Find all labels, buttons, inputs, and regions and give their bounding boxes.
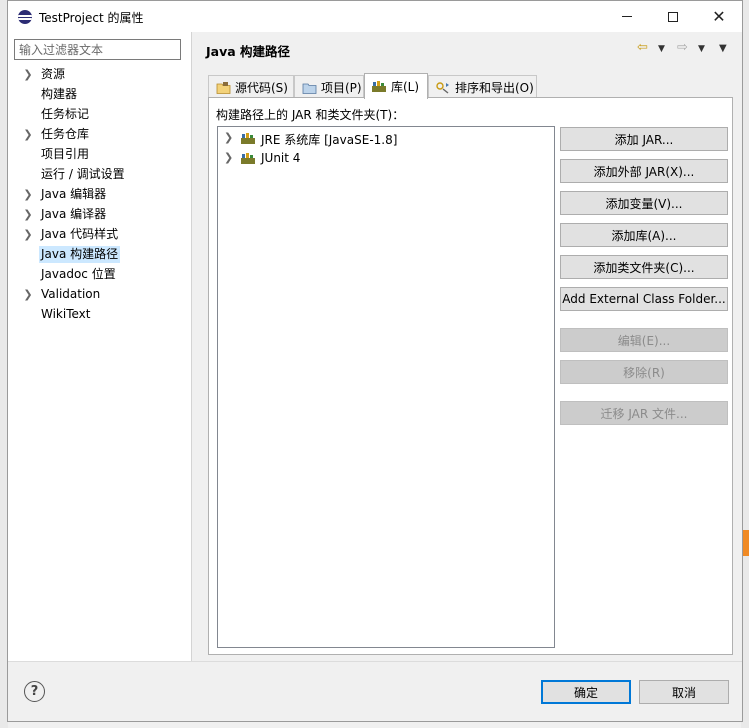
- sidebar-item-label: Java 构建路径: [39, 246, 121, 263]
- expand-chevron-icon[interactable]: ❯: [22, 207, 34, 221]
- sidebar-item-label: WikiText: [41, 307, 91, 321]
- minimize-icon: [622, 16, 632, 17]
- properties-dialog: TestProject 的属性 ✕ ❯ 资源 构建器 任务标记 ❯ 任务仓库 项…: [7, 0, 743, 722]
- sidebar-item-label: 项目引用: [41, 147, 90, 161]
- maximize-icon: [668, 11, 678, 22]
- expand-chevron-icon[interactable]: ❯: [22, 227, 34, 241]
- property-tree-panel: ❯ 资源 构建器 任务标记 ❯ 任务仓库 项目引用 运行 / 调试设置 ❯ Ja…: [8, 32, 192, 661]
- cancel-button[interactable]: 取消: [639, 680, 729, 704]
- library-label: JRE 系统库 [JavaSE-1.8]: [261, 133, 398, 147]
- title-bar: TestProject 的属性 ✕: [8, 1, 742, 32]
- add-variable-button[interactable]: 添加变量(V)...: [560, 191, 728, 215]
- sidebar-item-label: Java 编辑器: [41, 187, 107, 201]
- sidebar-item-label: Javadoc 位置: [41, 267, 116, 281]
- libraries-tab-content: 构建路径上的 JAR 和类文件夹(T)： ❯ JRE 系统库 [JavaSE-1…: [208, 97, 733, 655]
- sidebar-item-label: 任务标记: [41, 107, 90, 121]
- migrate-jar-button[interactable]: 迁移 JAR 文件...: [560, 401, 728, 425]
- sidebar-item-label: Validation: [41, 287, 101, 301]
- expand-chevron-icon[interactable]: ❯: [22, 127, 34, 141]
- library-item-junit[interactable]: ❯ JUnit 4: [218, 148, 548, 168]
- library-icon: [371, 80, 387, 94]
- tab-libraries[interactable]: 库(L): [364, 73, 428, 99]
- property-page: Java 构建路径 ⇦ ▼ ⇨ ▼ ▼ 源代码(S) 项目(P) 库(L) 排序…: [193, 32, 742, 661]
- view-menu-icon[interactable]: ▼: [719, 43, 727, 54]
- window-title: TestProject 的属性: [39, 11, 144, 25]
- eclipse-logo-icon: [18, 10, 32, 24]
- add-jar-button[interactable]: 添加 JAR...: [560, 127, 728, 151]
- library-item-jre[interactable]: ❯ JRE 系统库 [JavaSE-1.8]: [218, 128, 548, 148]
- build-path-library-tree[interactable]: ❯ JRE 系统库 [JavaSE-1.8] ❯ JUnit 4: [217, 126, 555, 648]
- add-class-folder-button[interactable]: 添加类文件夹(C)...: [560, 255, 728, 279]
- filter-input[interactable]: [14, 39, 181, 60]
- back-dropdown-icon[interactable]: ▼: [658, 44, 665, 54]
- back-arrow-icon[interactable]: ⇦: [637, 40, 648, 55]
- tab-source[interactable]: 源代码(S): [208, 75, 294, 98]
- tab-label: 源代码(S): [235, 80, 288, 95]
- add-external-class-folder-button[interactable]: Add External Class Folder...: [560, 287, 728, 311]
- expand-chevron-icon[interactable]: ❯: [224, 151, 233, 164]
- help-button[interactable]: ?: [24, 681, 45, 702]
- close-icon: ✕: [712, 6, 726, 26]
- tab-order-export[interactable]: 排序和导出(O): [428, 75, 537, 98]
- library-label: JUnit 4: [261, 151, 301, 165]
- add-library-button[interactable]: 添加库(A)...: [560, 223, 728, 247]
- sidebar-item-label: 构建器: [41, 87, 78, 101]
- add-external-jar-button[interactable]: 添加外部 JAR(X)...: [560, 159, 728, 183]
- sidebar-item-label: Java 编译器: [41, 207, 107, 221]
- expand-chevron-icon[interactable]: ❯: [224, 131, 233, 144]
- footer-separator: [8, 661, 742, 662]
- page-title: Java 构建路径: [206, 44, 291, 59]
- library-icon: [240, 152, 256, 165]
- page-header: Java 构建路径 ⇦ ▼ ⇨ ▼ ▼: [193, 32, 742, 63]
- tab-label: 排序和导出(O): [455, 80, 534, 95]
- order-export-icon: [435, 80, 451, 94]
- remove-button[interactable]: 移除(R): [560, 360, 728, 384]
- sidebar-item-label: Java 代码样式: [41, 227, 119, 241]
- source-folder-icon: [215, 80, 231, 94]
- expand-chevron-icon[interactable]: ❯: [22, 67, 34, 81]
- sidebar-item-label: 运行 / 调试设置: [41, 167, 125, 181]
- forward-arrow-icon[interactable]: ⇨: [677, 40, 688, 55]
- build-path-caption: 构建路径上的 JAR 和类文件夹(T)：: [216, 108, 405, 122]
- edit-button[interactable]: 编辑(E)...: [560, 328, 728, 352]
- minimize-button[interactable]: [604, 1, 650, 32]
- tab-label: 库(L): [391, 80, 420, 94]
- forward-dropdown-icon[interactable]: ▼: [698, 44, 705, 54]
- expand-chevron-icon[interactable]: ❯: [22, 187, 34, 201]
- tab-label: 项目(P): [321, 80, 362, 95]
- tab-projects[interactable]: 项目(P): [294, 75, 364, 98]
- help-icon: ?: [30, 684, 39, 699]
- project-icon: [301, 80, 317, 94]
- sidebar-item-label: 任务仓库: [41, 127, 90, 141]
- maximize-button[interactable]: [650, 1, 696, 32]
- expand-chevron-icon[interactable]: ❯: [22, 287, 34, 301]
- sidebar-item-label: 资源: [41, 67, 66, 81]
- library-icon: [240, 132, 256, 145]
- close-button[interactable]: ✕: [696, 1, 742, 32]
- ok-button[interactable]: 确定: [541, 680, 631, 704]
